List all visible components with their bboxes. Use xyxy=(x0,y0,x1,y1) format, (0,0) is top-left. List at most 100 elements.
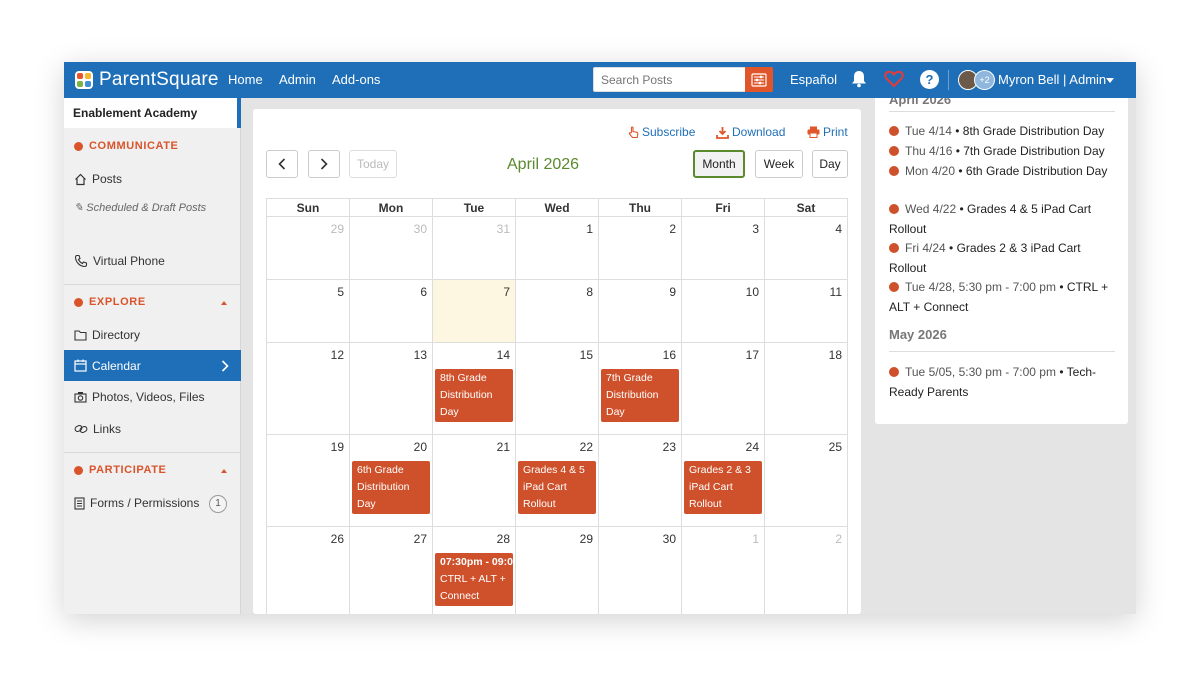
view-month-button[interactable]: Month xyxy=(693,150,745,178)
logo-icon xyxy=(75,71,93,89)
day-cell[interactable]: 26 xyxy=(267,527,350,614)
day-number: 20 xyxy=(413,440,427,454)
calendar-event[interactable]: 8th Grade Distribution Day xyxy=(435,369,513,422)
event-title: Grades 2 & 3 iPad Cart Rollout xyxy=(689,464,751,510)
day-cell[interactable]: 2 xyxy=(599,217,682,280)
day-cell[interactable]: 19 xyxy=(267,435,350,527)
calendar-icon xyxy=(74,359,87,372)
sidebar-item-photos[interactable]: Photos, Videos, Files xyxy=(74,390,205,404)
day-number: 29 xyxy=(330,222,344,236)
upcoming-event[interactable]: Fri 4/24 • Grades 2 & 3 iPad Cart Rollou… xyxy=(889,239,1117,278)
day-cell[interactable]: 18 xyxy=(765,343,848,435)
day-cell[interactable]: 31 xyxy=(433,217,516,280)
divider xyxy=(889,351,1115,352)
day-cell[interactable]: 11 xyxy=(765,280,848,343)
upcoming-event[interactable]: Tue 5/05, 5:30 pm - 7:00 pm • Tech-Ready… xyxy=(889,363,1117,402)
event-date: Tue 4/28, 5:30 pm - 7:00 pm xyxy=(905,280,1056,294)
day-cell[interactable]: 8 xyxy=(516,280,599,343)
day-cell[interactable]: 1 xyxy=(682,527,765,614)
event-title: 8th Grade Distribution Day xyxy=(440,372,493,418)
user-menu[interactable]: Myron Bell | Admin xyxy=(998,72,1106,87)
day-cell[interactable]: 30 xyxy=(350,217,433,280)
day-number: 2 xyxy=(835,532,842,546)
day-cell[interactable]: 29 xyxy=(516,527,599,614)
day-number: 9 xyxy=(669,285,676,299)
bell-icon[interactable] xyxy=(851,70,867,88)
download-link[interactable]: Download xyxy=(716,125,785,139)
day-cell[interactable]: 12 xyxy=(267,343,350,435)
sidebar-item-virtual-phone[interactable]: Virtual Phone xyxy=(74,254,165,268)
day-number: 21 xyxy=(496,440,510,454)
day-number: 7 xyxy=(503,285,510,299)
calendar-event[interactable]: 6th Grade Distribution Day xyxy=(352,461,430,514)
day-cell[interactable]: 21 xyxy=(433,435,516,527)
day-cell[interactable]: 14 8th Grade Distribution Day xyxy=(433,343,516,435)
day-cell[interactable]: 24 Grades 2 & 3 iPad Cart Rollout xyxy=(682,435,765,527)
nav-admin[interactable]: Admin xyxy=(279,72,316,87)
heart-icon[interactable] xyxy=(884,70,904,88)
avatar-more-count[interactable]: +2 xyxy=(974,70,995,90)
upcoming-event[interactable]: Mon 4/20 • 6th Grade Distribution Day xyxy=(889,162,1117,182)
calendar-event[interactable]: Grades 4 & 5 iPad Cart Rollout xyxy=(518,461,596,514)
calendar-event[interactable]: 7th Grade Distribution Day xyxy=(601,369,679,422)
day-cell[interactable]: 1 xyxy=(516,217,599,280)
next-month-button[interactable] xyxy=(308,150,340,178)
sidebar-item-links[interactable]: Links xyxy=(74,422,121,436)
calendar-event[interactable]: Grades 2 & 3 iPad Cart Rollout xyxy=(684,461,762,514)
upcoming-event[interactable]: Tue 4/28, 5:30 pm - 7:00 pm • CTRL + ALT… xyxy=(889,278,1117,317)
subscribe-link[interactable]: Subscribe xyxy=(628,125,695,139)
sidebar-item-posts[interactable]: Posts xyxy=(74,172,122,186)
day-cell-today[interactable]: 7 xyxy=(433,280,516,343)
sidebar-item-scheduled-draft[interactable]: ✎ Scheduled & Draft Posts xyxy=(74,199,224,218)
section-participate[interactable]: PARTICIPATE xyxy=(74,464,167,476)
event-dot-icon xyxy=(889,282,899,292)
sidebar-item-directory[interactable]: Directory xyxy=(74,328,140,342)
day-cell[interactable]: 2 xyxy=(765,527,848,614)
org-name[interactable]: Enablement Academy xyxy=(64,98,241,128)
sidebar-item-forms[interactable]: Forms / Permissions xyxy=(74,496,199,510)
section-explore[interactable]: EXPLORE xyxy=(74,296,146,308)
day-cell[interactable]: 20 6th Grade Distribution Day xyxy=(350,435,433,527)
chevron-down-icon[interactable] xyxy=(1106,78,1114,83)
day-cell[interactable]: 5 xyxy=(267,280,350,343)
phone-icon xyxy=(74,254,88,268)
upcoming-event[interactable]: Wed 4/22 • Grades 4 & 5 iPad Cart Rollou… xyxy=(889,200,1117,239)
sidebar-item-calendar[interactable]: Calendar xyxy=(64,350,241,381)
chevron-right-icon xyxy=(320,158,328,170)
prev-month-button[interactable] xyxy=(266,150,298,178)
upcoming-event[interactable]: Thu 4/16 • 7th Grade Distribution Day xyxy=(889,142,1117,162)
collapse-icon[interactable] xyxy=(221,301,227,305)
day-cell[interactable]: 30 xyxy=(599,527,682,614)
day-cell[interactable]: 10 xyxy=(682,280,765,343)
search-filter-button[interactable] xyxy=(745,67,773,92)
day-cell[interactable]: 6 xyxy=(350,280,433,343)
language-toggle[interactable]: Español xyxy=(790,72,837,87)
day-cell[interactable]: 4 xyxy=(765,217,848,280)
logo[interactable]: ParentSquare xyxy=(75,69,219,91)
nav-home[interactable]: Home xyxy=(228,72,263,87)
view-day-button[interactable]: Day xyxy=(812,150,848,178)
day-cell[interactable]: 29 xyxy=(267,217,350,280)
day-cell[interactable]: 28 07:30pm - 09:0 CTRL + ALT + Connect xyxy=(433,527,516,614)
calendar-event[interactable]: 07:30pm - 09:0 CTRL + ALT + Connect xyxy=(435,553,513,606)
today-button[interactable]: Today xyxy=(349,150,397,178)
download-icon xyxy=(716,126,729,139)
day-cell[interactable]: 25 xyxy=(765,435,848,527)
day-cell[interactable]: 27 xyxy=(350,527,433,614)
divider xyxy=(64,284,240,285)
day-cell[interactable]: 22 Grades 4 & 5 iPad Cart Rollout xyxy=(516,435,599,527)
day-cell[interactable]: 3 xyxy=(682,217,765,280)
upcoming-event[interactable]: Tue 4/14 • 8th Grade Distribution Day xyxy=(889,122,1117,142)
nav-add-ons[interactable]: Add-ons xyxy=(332,72,380,87)
day-cell[interactable]: 23 xyxy=(599,435,682,527)
view-week-button[interactable]: Week xyxy=(755,150,803,178)
day-cell[interactable]: 15 xyxy=(516,343,599,435)
collapse-icon[interactable] xyxy=(221,469,227,473)
day-cell[interactable]: 9 xyxy=(599,280,682,343)
print-link[interactable]: Print xyxy=(807,125,848,139)
day-cell[interactable]: 17 xyxy=(682,343,765,435)
day-cell[interactable]: 13 xyxy=(350,343,433,435)
help-icon[interactable]: ? xyxy=(920,70,939,89)
day-cell[interactable]: 16 7th Grade Distribution Day xyxy=(599,343,682,435)
section-communicate[interactable]: COMMUNICATE xyxy=(74,140,179,152)
